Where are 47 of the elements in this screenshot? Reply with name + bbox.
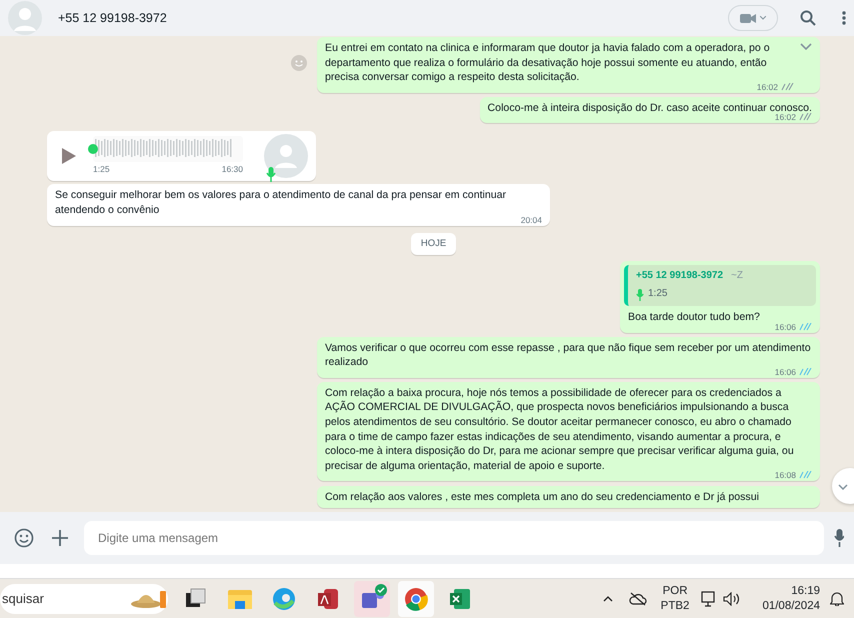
message-text: Boa tarde doutor tudo bem? [628, 310, 761, 325]
message-input[interactable]: Digite uma mensagem [84, 521, 824, 555]
video-camera-icon [740, 12, 756, 24]
contact-name: +55 12 99198-3972 [58, 10, 167, 27]
message-text: Se conseguir melhorar bem os valores para o atendimento de canal da pra pensar em continuar atendendo o convênio [55, 188, 508, 218]
playback-thumb[interactable] [88, 144, 98, 154]
taskbar-search[interactable]: squisar [0, 584, 168, 614]
speaker-icon[interactable] [723, 592, 740, 606]
quoted-message[interactable]: +55 12 99198-3972 ~Z 1:25 [624, 264, 816, 306]
quoted-author: +55 12 99198-3972 [636, 268, 724, 283]
quoted-alias: ~Z [731, 268, 743, 283]
cloud-offline-icon[interactable] [628, 592, 647, 606]
emoji-icon[interactable] [14, 528, 34, 548]
message-time: 20:04 [520, 214, 542, 225]
microphone-icon[interactable] [834, 529, 844, 547]
chevron-down-icon[interactable] [800, 43, 812, 50]
date-divider: HOJE [410, 232, 456, 255]
chevron-up-icon[interactable] [602, 596, 613, 602]
input-language[interactable]: POR PTB2 [660, 584, 690, 614]
message-text: Coloco-me à inteira disposição do Dr. caso aceite continuar conosco. [488, 100, 812, 114]
message-time: 16:06 [774, 366, 796, 377]
message-time: 16:02 [774, 112, 796, 122]
search-text: squisar [2, 590, 44, 608]
message-time: 16:08 [774, 470, 796, 480]
plus-icon[interactable] [52, 530, 68, 546]
video-call-button[interactable] [728, 5, 778, 31]
microphone-icon [266, 167, 276, 182]
chevron-down-icon [838, 484, 848, 490]
message-text: Com relação a baixa procura, hoje nós temos a possibilidade de oferecer para os credenciados a AÇÃO COMERCIAL DE DIVULGAÇÃO, que prospecta novos beneficiários impulsionando a busca pelos atendimentos de seu consultório. Se doutor aceitar permanecer conosco, eu abro o chamado para o time de campo fazer estas indicações de seu atendimento, visando aumentar a procura, e coloco-me à intera disposição do Dr, para me acionar sempre que precisar verificar alguma guia, ou precisar de alguma orientação, material de apoio e suporte. [325, 386, 795, 472]
quoted-duration: 1:25 [648, 287, 668, 302]
taskbar-clock[interactable]: 16:19 01/08/2024 [762, 584, 820, 614]
microphone-icon [636, 288, 644, 301]
play-icon[interactable] [61, 147, 77, 166]
message-text: Com relação aos valores , este mes completa um ano do seu credenciamento e Dr já possui [325, 491, 759, 504]
menu-icon[interactable] [842, 10, 846, 26]
message-text: Vamos verificar o que ocorreu com esse repasse , para que não fique sem receber por um atendimento realizado [325, 340, 812, 369]
team-app-icon[interactable] [354, 580, 390, 616]
chrome-icon[interactable] [398, 580, 434, 616]
sender-avatar [264, 134, 308, 178]
search-icon[interactable] [800, 10, 816, 26]
message-text: Eu entrei em contato na clinica e informaram que doutor ja havia falado com a operadora, po o departamento que realiza o formulário da desativação hoje possui somente eu atuando, então precisa conversar comigo a respeito desta solicitação. [325, 41, 771, 84]
voice-duration: 1:25 [93, 163, 110, 176]
notification-bell-icon[interactable] [830, 591, 844, 606]
message-time: 16:06 [774, 322, 796, 332]
caret-icon [760, 16, 766, 20]
message-time: 16:02 [756, 82, 778, 92]
message-time: 16:30 [222, 163, 243, 176]
